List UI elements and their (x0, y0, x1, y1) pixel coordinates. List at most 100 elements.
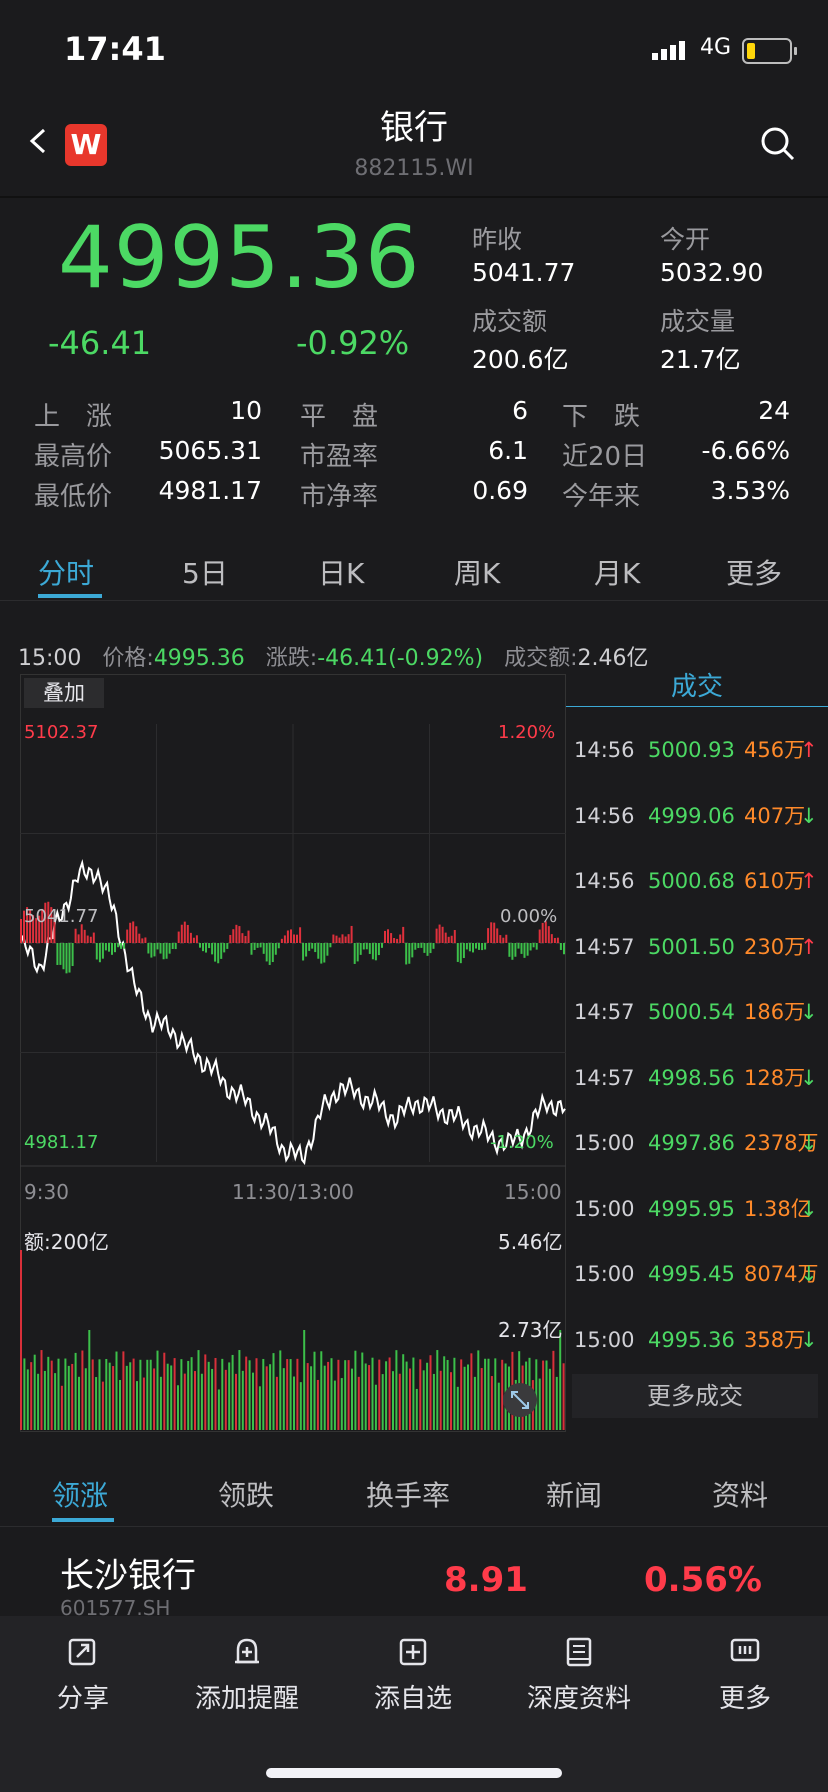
breadth-bar (526, 943, 529, 956)
volume-bar (221, 1358, 224, 1430)
chart-info-bar: 15:00 价格:4995.36 涨跌:-46.41(-0.92%) 成交额:2… (18, 640, 649, 672)
breadth-bar (350, 925, 353, 943)
search-icon[interactable] (760, 126, 796, 162)
volume-bar (385, 1361, 388, 1430)
breadth-bar (329, 943, 332, 948)
y-axis-top: 5102.37 (24, 722, 99, 743)
volume-bar (71, 1363, 74, 1430)
breadth-bar (550, 934, 553, 943)
breadth-bar (235, 924, 238, 943)
volume-bar (426, 1362, 429, 1430)
breadth-bar (402, 926, 405, 943)
more-button[interactable]: 更多 (670, 1632, 820, 1715)
volume-bar (238, 1350, 241, 1430)
breadth-bar (232, 929, 235, 943)
volume-bar (545, 1360, 548, 1430)
breadth-bar (499, 935, 502, 943)
breadth-bar (274, 943, 277, 955)
breadth-bar (453, 930, 456, 943)
volume-bar (95, 1377, 98, 1430)
home-indicator (266, 1768, 562, 1778)
add-alert-button[interactable]: 添加提醒 (172, 1632, 322, 1715)
breadth-bar (484, 943, 487, 950)
volume-bar (183, 1373, 186, 1430)
volume-bar (204, 1354, 207, 1430)
breadth-bar (356, 943, 359, 962)
breadth-bar (171, 943, 174, 949)
breadth-bar (192, 937, 195, 943)
tab-more[interactable]: 更多 (726, 552, 782, 592)
breadth-bar (444, 932, 447, 943)
trade-row: 14:56 5000.68 610万↑ (574, 865, 818, 895)
trade-price: 4995.36 (648, 1327, 735, 1352)
breadth-bar (359, 943, 362, 955)
constituent-change-pct: 0.56% (644, 1560, 762, 1600)
breadth-bar (408, 943, 411, 964)
tabs-divider (0, 600, 828, 601)
tab-turnover-rate[interactable]: 换手率 (366, 1474, 450, 1514)
trade-volume: 1.38亿 (744, 1196, 812, 1221)
tab-intraday[interactable]: 分时 (38, 552, 94, 592)
tab-monthly-k[interactable]: 月K (594, 552, 640, 592)
volume-bar (245, 1356, 248, 1430)
breadth-bar (556, 937, 559, 943)
breadth-bar (305, 943, 308, 957)
price-change: -46.41 (48, 324, 152, 362)
breadth-bar (450, 935, 453, 943)
breadth-bar (68, 943, 71, 973)
breadth-bar (365, 943, 368, 950)
breadth-bar (353, 943, 356, 964)
volume-bar (282, 1368, 285, 1430)
breadth-bar (217, 943, 220, 964)
info-price: 4995.36 (153, 646, 245, 671)
deep-data-button[interactable]: 深度资料 (504, 1632, 654, 1715)
volume-bar (81, 1350, 84, 1430)
volume-bar (142, 1377, 145, 1430)
x-axis-mid: 11:30/13:00 (232, 1180, 355, 1204)
trades-tab[interactable]: 成交 (566, 666, 828, 703)
breadth-bar (62, 943, 65, 970)
tab-5day[interactable]: 5日 (182, 552, 228, 592)
tab-daily-k[interactable]: 日K (318, 552, 364, 592)
tab-profile[interactable]: 资料 (712, 1474, 768, 1514)
tab-top-losers[interactable]: 领跌 (218, 1474, 274, 1514)
breadth-bar (535, 943, 538, 950)
breadth-bar (523, 943, 526, 958)
fullscreen-icon[interactable] (502, 1382, 538, 1418)
ytd-label: 今年来 (562, 482, 641, 512)
volume-bar (173, 1358, 176, 1430)
volume-bar (538, 1378, 541, 1430)
tab-top-gainers[interactable]: 领涨 (52, 1474, 108, 1514)
volume-bar (398, 1373, 401, 1430)
volume-bar (187, 1360, 190, 1430)
tab-weekly-k[interactable]: 周K (454, 552, 500, 592)
down-value: 24 (758, 396, 790, 425)
trade-row: 15:00 4995.45 8074万↓ (574, 1258, 818, 1288)
overlay-button[interactable]: 叠加 (24, 678, 104, 708)
volume-bar (494, 1358, 497, 1430)
breadth-bar (293, 934, 295, 943)
more-trades-button[interactable]: 更多成交 (572, 1374, 818, 1418)
breadth-bar (344, 936, 347, 943)
prev-close-label: 昨收 (472, 225, 523, 254)
volume-bar (119, 1379, 121, 1430)
breadth-bar (511, 943, 514, 960)
volume-bar (412, 1357, 415, 1430)
volume-bar (20, 1250, 22, 1430)
breadth-bar (195, 935, 198, 943)
breadth-bar (86, 935, 89, 943)
add-watchlist-button[interactable]: 添自选 (338, 1632, 488, 1715)
volume-label: 额:200亿 (24, 1230, 109, 1254)
breadth-bar (65, 943, 68, 974)
tab-news[interactable]: 新闻 (546, 1474, 602, 1514)
volume-bar (88, 1330, 91, 1430)
volume-bar (422, 1370, 425, 1430)
constituent-name[interactable]: 长沙银行 (60, 1548, 196, 1597)
book-icon (566, 1637, 592, 1667)
breadth-bar (268, 943, 271, 965)
share-button[interactable]: 分享 (8, 1632, 158, 1715)
trade-direction: ↓ (800, 1327, 818, 1352)
trade-row: 15:00 4997.86 2378万↓ (574, 1127, 818, 1157)
breadth-bar (559, 943, 562, 950)
breadth-bar (320, 943, 323, 964)
